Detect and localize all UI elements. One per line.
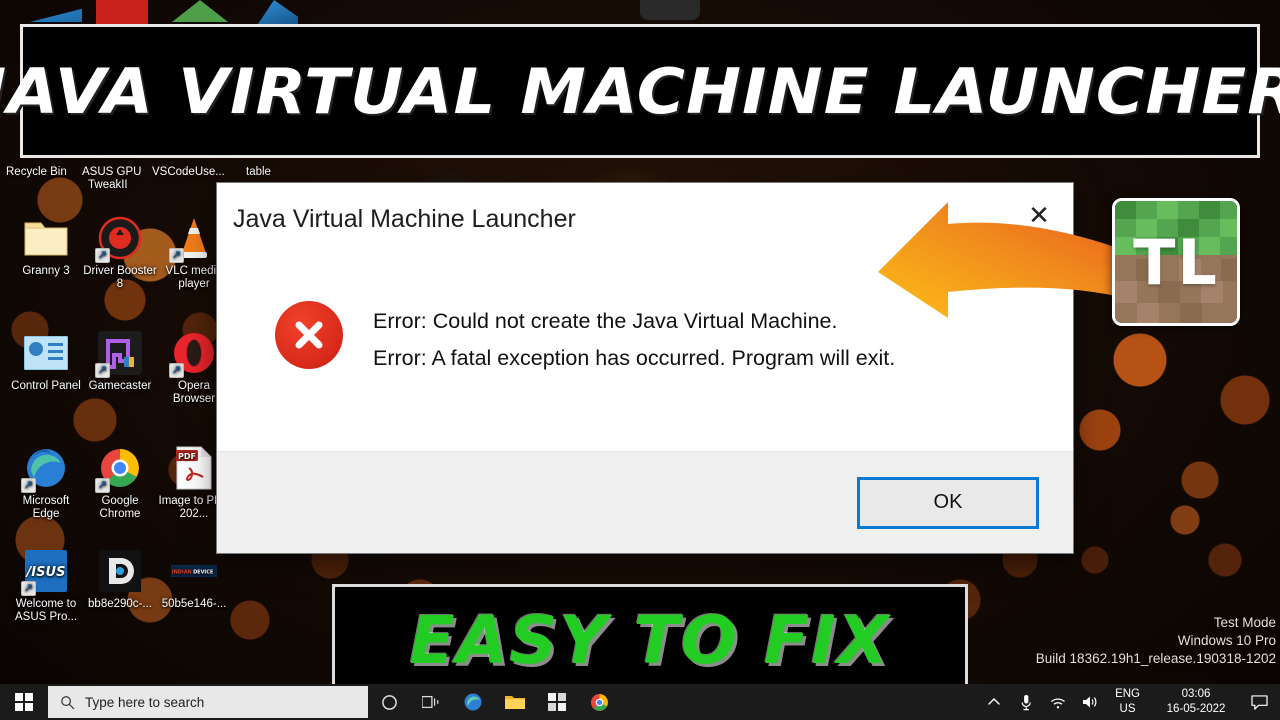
watermark-line-3: Build 18362.19h1_release.190318-1202 — [1035, 651, 1276, 666]
svg-text:PDF: PDF — [178, 452, 196, 461]
desktop-icon-driver-booster-8[interactable]: ↗ Driver Booster 8 — [82, 215, 158, 291]
tlauncher-icon[interactable]: TL — [1112, 198, 1240, 326]
desktop-icon-label: bb8e290c-... — [88, 598, 152, 610]
ok-button[interactable]: OK — [857, 476, 1039, 529]
clock-time: 03:06 — [1181, 688, 1211, 700]
language-bottom: US — [1119, 703, 1136, 715]
partial-icon-blue — [30, 8, 82, 22]
shortcut-arrow-icon: ↗ — [95, 248, 110, 263]
system-tray: ENG US 03:06 16-05-2022 — [979, 684, 1280, 720]
desktop-icon-50b5e146-file[interactable]: INDIAN DEVICE 50b5e146-... — [156, 548, 232, 611]
language-top: ENG — [1115, 688, 1140, 700]
desktop-icon-granny-3[interactable]: Granny 3 — [8, 215, 84, 278]
top-icon-strip — [0, 0, 1280, 26]
start-button[interactable] — [0, 684, 48, 720]
watermark-line-1: Test Mode — [1213, 615, 1276, 630]
cortana-icon[interactable] — [368, 684, 410, 720]
error-message-list: Error: Could not create the Java Virtual… — [373, 299, 895, 377]
partial-icon-red — [96, 0, 148, 24]
desktop-icon-label: Microsoft Edge — [22, 495, 70, 520]
file-explorer-icon[interactable] — [494, 684, 536, 720]
desktop-icon-label: 50b5e146-... — [161, 598, 227, 610]
folder-icon — [23, 215, 69, 261]
dialog-title: Java Virtual Machine Launcher — [233, 204, 576, 233]
desktop-label: VSCodeUse... — [152, 166, 225, 178]
desktop-icon-bb8e290c-file[interactable]: bb8e290c-... — [82, 548, 158, 611]
desktop-icon-label: Control Panel — [11, 380, 81, 392]
notification-icon[interactable] — [1244, 684, 1274, 720]
desktop-icon-label: Granny 3 — [22, 265, 70, 277]
desktop-icon-label: Gamecaster — [88, 380, 152, 392]
error-message-line-1: Error: Could not create the Java Virtual… — [373, 309, 838, 333]
chrome-taskbar-icon[interactable] — [578, 684, 620, 720]
top-title-banner: JAVA VIRTUAL MACHINE LAUNCHER — [0, 24, 1280, 158]
desktop-label: TweakII — [88, 179, 128, 191]
partial-icon-dark — [640, 0, 700, 20]
search-icon — [61, 695, 75, 709]
desktop-icon-microsoft-edge[interactable]: ↗ Microsoft Edge — [8, 445, 84, 521]
shortcut-arrow-icon: ↗ — [169, 248, 184, 263]
d-logo-icon — [97, 548, 143, 594]
desktop-screen: JAVA VIRTUAL MACHINE LAUNCHER Recycle Bi… — [0, 0, 1280, 720]
show-hidden-icons-button[interactable] — [979, 684, 1009, 720]
svg-text:DEVICE: DEVICE — [193, 569, 214, 575]
clock-date: 16-05-2022 — [1166, 703, 1226, 715]
tlauncher-label: TL — [1133, 225, 1219, 299]
edge-taskbar-icon[interactable] — [452, 684, 494, 720]
desktop-label: Recycle Bin — [6, 166, 67, 178]
indian-device-icon: INDIAN DEVICE — [171, 548, 217, 594]
desktop-icon-gamecaster[interactable]: ↗ Gamecaster — [82, 330, 158, 393]
svg-text:/ISUS: /ISUS — [25, 565, 65, 580]
test-mode-watermark: Test Mode Windows 10 Pro Build 18362.19h… — [1036, 614, 1276, 668]
taskbar: Type here to search ENG US 03:06 16-05-2… — [0, 684, 1280, 720]
watermark-line-2: Windows 10 Pro — [1177, 633, 1276, 648]
bottom-title-text: EASY TO FIX — [409, 601, 891, 679]
shortcut-arrow-icon: ↗ — [21, 581, 36, 596]
top-title-text: JAVA VIRTUAL MACHINE LAUNCHER — [0, 54, 1280, 128]
error-message-line-2: Error: A fatal exception has occurred. P… — [373, 346, 896, 370]
shortcut-arrow-icon: ↗ — [21, 478, 36, 493]
desktop-icon-label: Driver Booster 8 — [83, 265, 157, 290]
pdf-file-icon: PDF — [171, 445, 217, 491]
search-placeholder: Type here to search — [85, 694, 205, 710]
desktop-icon-welcome-to-asus[interactable]: /ISUS ↗ Welcome to ASUS Pro... — [8, 548, 84, 624]
vlc-cone-icon: ↗ — [169, 215, 217, 263]
gamecaster-icon: ↗ — [95, 330, 143, 378]
edge-icon: ↗ — [21, 445, 69, 493]
desktop-icon-google-chrome[interactable]: ↗ Google Chrome — [82, 445, 158, 521]
wifi-icon[interactable] — [1043, 684, 1073, 720]
desktop-icon-label: Welcome to ASUS Pro... — [15, 598, 77, 623]
error-x-icon — [275, 301, 343, 369]
svg-text:INDIAN: INDIAN — [172, 569, 192, 575]
task-view-icon[interactable] — [410, 684, 452, 720]
desktop-label: table — [246, 166, 271, 178]
desktop-icon-control-panel[interactable]: Control Panel — [8, 330, 84, 393]
language-indicator[interactable]: ENG US — [1107, 687, 1148, 717]
control-panel-icon — [23, 330, 69, 376]
dialog-footer: OK — [217, 451, 1073, 553]
desktop-icon-label: Google Chrome — [99, 495, 141, 520]
chrome-icon: ↗ — [95, 445, 143, 493]
desktop-label: ASUS GPU — [82, 166, 142, 178]
opera-icon: ↗ — [169, 330, 217, 378]
microphone-icon[interactable] — [1011, 684, 1041, 720]
clock[interactable]: 03:06 16-05-2022 — [1150, 687, 1242, 717]
asus-icon: /ISUS ↗ — [21, 548, 69, 596]
shortcut-arrow-icon: ↗ — [95, 363, 110, 378]
search-input[interactable]: Type here to search — [48, 686, 368, 718]
speaker-icon[interactable] — [1075, 684, 1105, 720]
windows-logo-icon — [15, 693, 33, 711]
partial-icon-blue2 — [258, 0, 298, 24]
shortcut-arrow-icon: ↗ — [95, 478, 110, 493]
curved-arrow — [878, 202, 1141, 318]
partial-icon-green — [172, 0, 228, 22]
microsoft-store-icon[interactable] — [536, 684, 578, 720]
shortcut-arrow-icon: ↗ — [169, 363, 184, 378]
driver-booster-icon: ↗ — [95, 215, 143, 263]
bottom-title-banner: EASY TO FIX — [332, 584, 968, 696]
